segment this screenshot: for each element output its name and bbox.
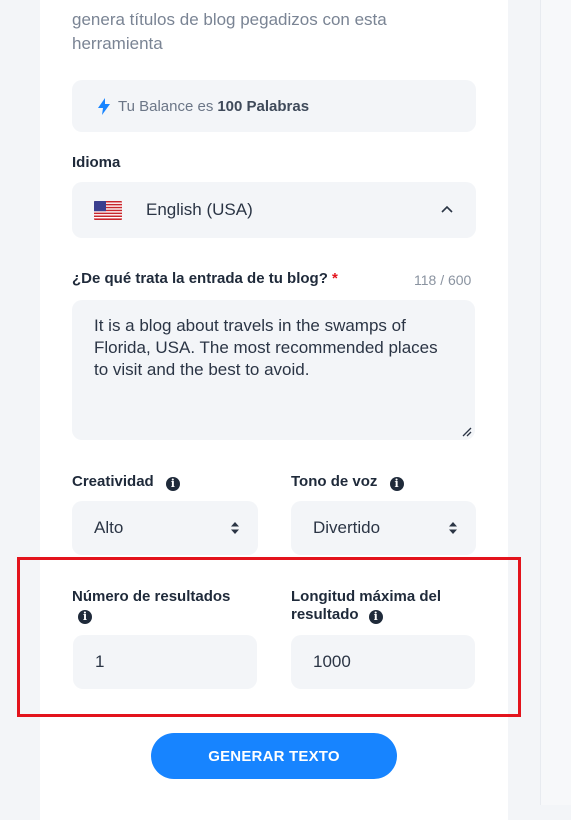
bolt-icon: [98, 97, 110, 115]
resize-handle-icon[interactable]: [460, 425, 472, 437]
us-flag-icon: [94, 200, 122, 220]
creativity-label-text: Creatividad: [72, 473, 154, 490]
creativity-label: Creatividad i: [72, 473, 180, 491]
generate-text-button[interactable]: GENERAR TEXTO: [151, 733, 397, 779]
tone-label: Tono de voz i: [291, 473, 404, 491]
chevron-up-icon: [441, 205, 453, 213]
tone-label-text: Tono de voz: [291, 473, 378, 490]
topic-label: ¿De qué trata la entrada de tu blog? *: [72, 270, 338, 287]
creativity-select[interactable]: Alto: [72, 501, 258, 555]
balance-box: Tu Balance es 100 Palabras: [72, 80, 476, 132]
tone-select[interactable]: Divertido: [291, 501, 476, 555]
info-icon[interactable]: i: [389, 476, 404, 491]
info-icon[interactable]: i: [165, 476, 180, 491]
highlight-annotation: [17, 557, 521, 717]
creativity-value: Alto: [94, 518, 124, 537]
character-counter: 118 / 600: [414, 272, 472, 288]
sort-arrows-icon: [449, 522, 457, 534]
language-select[interactable]: English (USA): [72, 182, 476, 238]
topic-textarea-value: It is a blog about travels in the swamps…: [94, 316, 438, 379]
balance-prefix: Tu Balance es: [118, 97, 214, 115]
required-mark: *: [332, 270, 338, 287]
side-panel: [540, 0, 571, 805]
intro-line-2: herramienta: [72, 34, 163, 53]
topic-textarea[interactable]: It is a blog about travels in the swamps…: [72, 300, 475, 440]
topic-label-text: ¿De qué trata la entrada de tu blog?: [72, 270, 328, 287]
language-label: Idioma: [72, 154, 121, 171]
balance-value: 100 Palabras: [217, 97, 310, 115]
tone-value: Divertido: [313, 518, 381, 537]
language-value: English (USA): [146, 200, 253, 219]
intro-line-1: genera títulos de blog pegadizos con est…: [72, 10, 387, 29]
sort-arrows-icon: [231, 522, 239, 534]
intro-text: ... genera títulos de blog pegadizos con…: [72, 0, 452, 56]
